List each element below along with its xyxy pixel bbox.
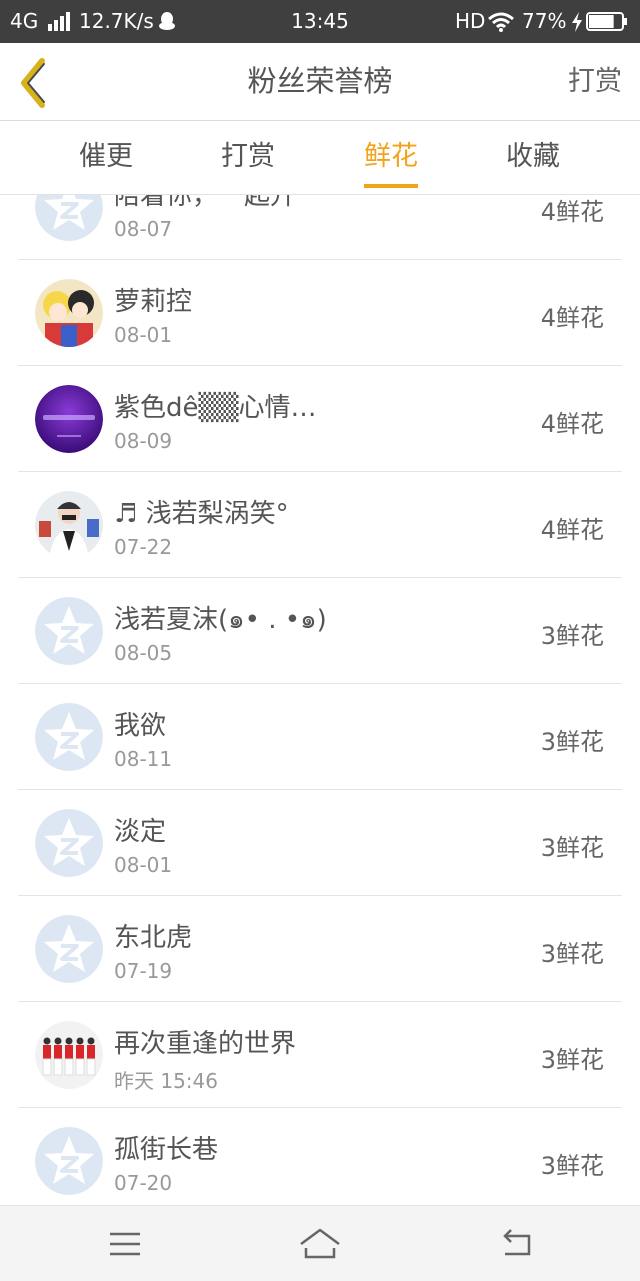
avatar [35,385,103,453]
reward-button[interactable]: 打赏 [568,43,622,120]
avatar [35,915,103,983]
tab-indicator [364,184,418,188]
list-item[interactable]: 浅若夏沫(๑• . •๑) 08-05 3鲜花 [18,578,622,684]
fan-name: ♬ 浅若梨涡笑° [114,499,289,529]
avatar [35,809,103,877]
fan-date: 08-07 [114,217,173,241]
page-title: 粉丝荣誉榜 [247,64,393,98]
fan-name: 紫色dê▒▒心情… [114,393,317,423]
tab-flowers[interactable]: 鲜花 [331,121,451,194]
fan-name: 我欲 [114,711,167,741]
flower-count: 4鲜花 [540,304,604,332]
fan-list-viewport[interactable]: 陪着你，一起升 08-07 4鲜花 萝莉控 08-01 4鲜花 紫色dê▒▒心情… 08-09… [0,195,640,1205]
fan-date: 07-19 [114,959,173,983]
list-item[interactable]: 淡定 08-01 3鲜花 [18,790,622,896]
charging-icon [572,12,582,32]
home-icon[interactable] [298,1224,342,1264]
flower-count: 3鲜花 [540,728,604,756]
list-item[interactable]: 萝莉控 08-01 4鲜花 [18,260,622,366]
fan-date: 08-01 [114,323,173,347]
flower-count: 3鲜花 [540,940,604,968]
back-icon[interactable] [497,1224,537,1264]
tab-label: 鲜花 [364,141,418,172]
avatar [35,1127,103,1195]
fan-name: 陪着你，一起升 [114,195,297,211]
fan-date: 08-09 [114,429,173,453]
fan-date: 08-01 [114,853,173,877]
tab-bar: 催更 打赏 鲜花 收藏 [0,121,640,195]
avatar [35,491,103,559]
flower-count: 3鲜花 [540,834,604,862]
tab-label: 打赏 [221,141,275,172]
avatar [35,1021,103,1089]
list-item[interactable]: 再次重逢的世界昨天 15:46 3鲜花 [18,1002,622,1108]
battery-icon [586,12,627,31]
avatar [35,597,103,665]
fan-name: 萝莉控 [114,287,193,317]
flower-count: 3鲜花 [540,622,604,650]
wifi-icon [488,12,514,32]
battery-percent: 77% [522,9,567,33]
flower-count: 3鲜花 [540,1046,604,1074]
fan-date: 昨天 15:46 [114,1069,218,1093]
flower-count: 4鲜花 [540,198,604,226]
flower-count: 3鲜花 [540,1152,604,1180]
fan-date: 07-22 [114,535,173,559]
avatar [35,195,103,241]
fan-name: 东北虎 [114,923,193,953]
fan-date: 08-11 [114,747,173,771]
fan-name: 孤街长巷 [114,1135,219,1165]
list-item[interactable]: 孤街长巷 07-20 3鲜花 [18,1108,622,1205]
tab-label: 催更 [79,141,133,172]
avatar [35,279,103,347]
menu-icon[interactable] [105,1224,145,1264]
flower-count: 4鲜花 [540,410,604,438]
tab-urge[interactable]: 催更 [46,121,166,194]
list-item[interactable]: ♬ 浅若梨涡笑° 07-22 4鲜花 [18,472,622,578]
list-item[interactable]: 我欲 08-11 3鲜花 [18,684,622,790]
system-nav-bar [0,1205,640,1281]
fan-name: 再次重逢的世界 [114,1029,297,1059]
fan-name: 浅若夏沫(๑• . •๑) [114,605,327,635]
list-item[interactable]: 东北虎 07-19 3鲜花 [18,896,622,1002]
hd-indicator: HD [455,9,486,33]
tab-label: 收藏 [506,141,560,172]
fan-list: 陪着你，一起升 08-07 4鲜花 萝莉控 08-01 4鲜花 紫色dê▒▒心情… 08-09… [0,195,640,1205]
list-item[interactable]: 陪着你，一起升 08-07 4鲜花 [18,195,622,260]
fan-date: 07-20 [114,1171,173,1195]
list-item[interactable]: 紫色dê▒▒心情… 08-09 4鲜花 [18,366,622,472]
fan-name: 淡定 [114,817,167,847]
fan-date: 08-05 [114,641,173,665]
app-header: 粉丝荣誉榜 打赏 [0,43,640,121]
flower-count: 4鲜花 [540,516,604,544]
status-bar: 4G 12.7K/s 13:45 HD 77% [0,0,640,43]
tab-reward[interactable]: 打赏 [188,121,308,194]
avatar [35,703,103,771]
tab-favorites[interactable]: 收藏 [473,121,593,194]
